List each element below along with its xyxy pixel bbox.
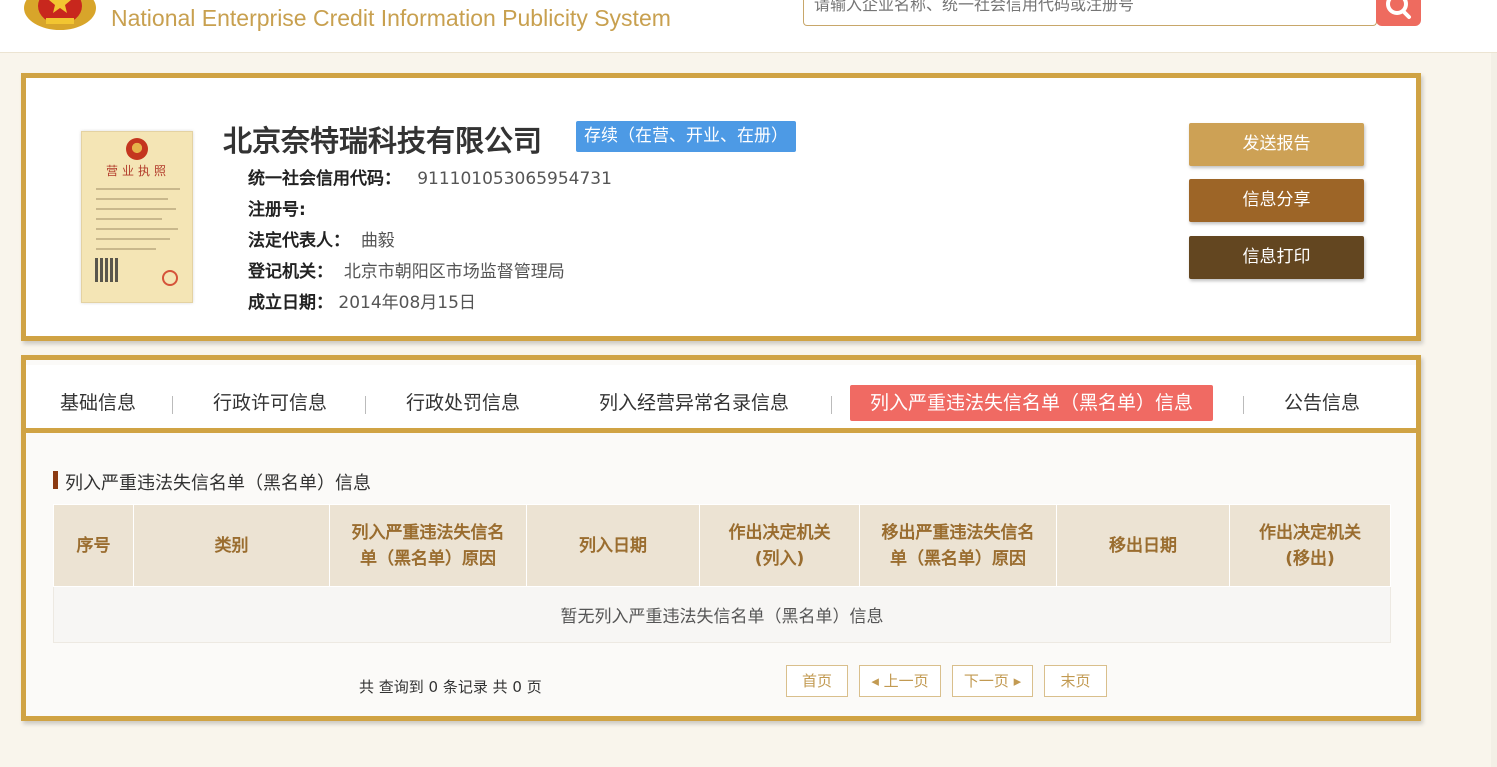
- tab-basic-info[interactable]: 基础信息: [60, 385, 136, 421]
- credit-code-row: 统一社会信用代码： 911101053065954731: [248, 164, 612, 189]
- establishment-date-label: 成立日期：: [248, 293, 333, 313]
- info-panel: 基础信息 行政许可信息 行政处罚信息 列入经营异常名录信息 列入严重违法失信名单…: [21, 355, 1421, 721]
- first-page-button[interactable]: 首页: [786, 665, 848, 697]
- registration-authority-value: 北京市朝阳区市场监督管理局: [343, 262, 565, 282]
- column-header-removal-authority: 作出决定机关 (移出): [1229, 504, 1391, 587]
- blacklist-table: 序号 类别 列入严重违法失信名 单（黑名单）原因 列入日期 作出决定机关 (列入) …: [53, 504, 1391, 643]
- credit-code-value: 911101053065954731: [417, 169, 612, 189]
- tab-divider: [831, 396, 832, 414]
- record-count: 共 查询到 0 条记录 共 0 页: [359, 678, 542, 696]
- license-title: 营业执照: [105, 164, 170, 178]
- print-info-button[interactable]: 信息打印: [1189, 236, 1364, 279]
- page-scrollbar[interactable]: [1491, 53, 1497, 767]
- search-field[interactable]: [803, 0, 1377, 26]
- registration-authority-row: 登记机关： 北京市朝阳区市场监督管理局: [248, 257, 565, 282]
- search-icon: [1386, 0, 1411, 19]
- qr-code-icon: [95, 258, 119, 282]
- search-input[interactable]: [814, 0, 1366, 14]
- credit-code-label: 统一社会信用代码：: [248, 169, 401, 189]
- establishment-date-value: 2014年08月15日: [338, 293, 476, 313]
- status-badge: 存续（在营、开业、在册）: [576, 121, 796, 152]
- registration-number-row: 注册号:: [248, 195, 306, 220]
- table-header-row: 序号 类别 列入严重违法失信名 单（黑名单）原因 列入日期 作出决定机关 (列入) …: [53, 504, 1391, 587]
- tab-abnormal-operation[interactable]: 列入经营异常名录信息: [599, 385, 789, 421]
- tab-announcements[interactable]: 公告信息: [1284, 385, 1360, 421]
- column-header-index: 序号: [53, 504, 134, 587]
- tab-divider: [1243, 396, 1244, 414]
- last-page-button[interactable]: 末页: [1044, 665, 1107, 697]
- search-button[interactable]: [1376, 0, 1421, 26]
- registration-authority-label: 登记机关：: [248, 262, 333, 282]
- column-header-inclusion-authority: 作出决定机关 (列入): [699, 504, 860, 587]
- column-header-removal-reason: 移出严重违法失信名 单（黑名单）原因: [859, 504, 1057, 587]
- top-header: National Enterprise Credit Information P…: [0, 0, 1497, 53]
- empty-table-message: 暂无列入严重违法失信名单（黑名单）信息: [53, 586, 1391, 643]
- tab-divider: [365, 396, 366, 414]
- tab-bar: 基础信息 行政许可信息 行政处罚信息 列入经营异常名录信息 列入严重违法失信名单…: [26, 365, 1416, 433]
- company-name: 北京奈特瑞科技有限公司: [223, 124, 543, 158]
- national-emblem-icon: [24, 0, 96, 30]
- business-license-image: 营业执照: [81, 131, 193, 303]
- legal-representative-value: 曲毅: [360, 231, 395, 251]
- site-title: National Enterprise Credit Information P…: [111, 5, 671, 31]
- registration-number-label: 注册号:: [248, 200, 306, 220]
- tab-administrative-penalty[interactable]: 行政处罚信息: [406, 385, 520, 421]
- column-header-removal-date: 移出日期: [1056, 504, 1230, 587]
- tab-blacklist[interactable]: 列入严重违法失信名单（黑名单）信息: [850, 385, 1214, 421]
- previous-page-button[interactable]: ◂ 上一页: [859, 665, 941, 697]
- section-title: 列入严重违法失信名单（黑名单）信息: [53, 469, 371, 495]
- establishment-date-row: 成立日期： 2014年08月15日: [248, 288, 476, 313]
- column-header-inclusion-reason: 列入严重违法失信名 单（黑名单）原因: [329, 504, 527, 587]
- license-emblem-icon: [126, 138, 148, 160]
- table-row: 暂无列入严重违法失信名单（黑名单）信息: [53, 586, 1391, 643]
- legal-representative-row: 法定代表人： 曲毅: [248, 226, 395, 251]
- license-stamp-icon: [162, 270, 178, 286]
- send-report-button[interactable]: 发送报告: [1189, 123, 1364, 166]
- column-header-category: 类别: [133, 504, 330, 587]
- legal-representative-label: 法定代表人：: [248, 231, 350, 251]
- tab-divider: [172, 396, 173, 414]
- share-info-button[interactable]: 信息分享: [1189, 179, 1364, 222]
- company-card: 营业执照 北京奈特瑞科技有限公司 存续（在营、开业、在册） 统一社会信用代码： …: [21, 73, 1421, 341]
- next-page-button[interactable]: 下一页 ▸: [952, 665, 1033, 697]
- tab-administrative-license[interactable]: 行政许可信息: [213, 385, 327, 421]
- column-header-inclusion-date: 列入日期: [526, 504, 700, 587]
